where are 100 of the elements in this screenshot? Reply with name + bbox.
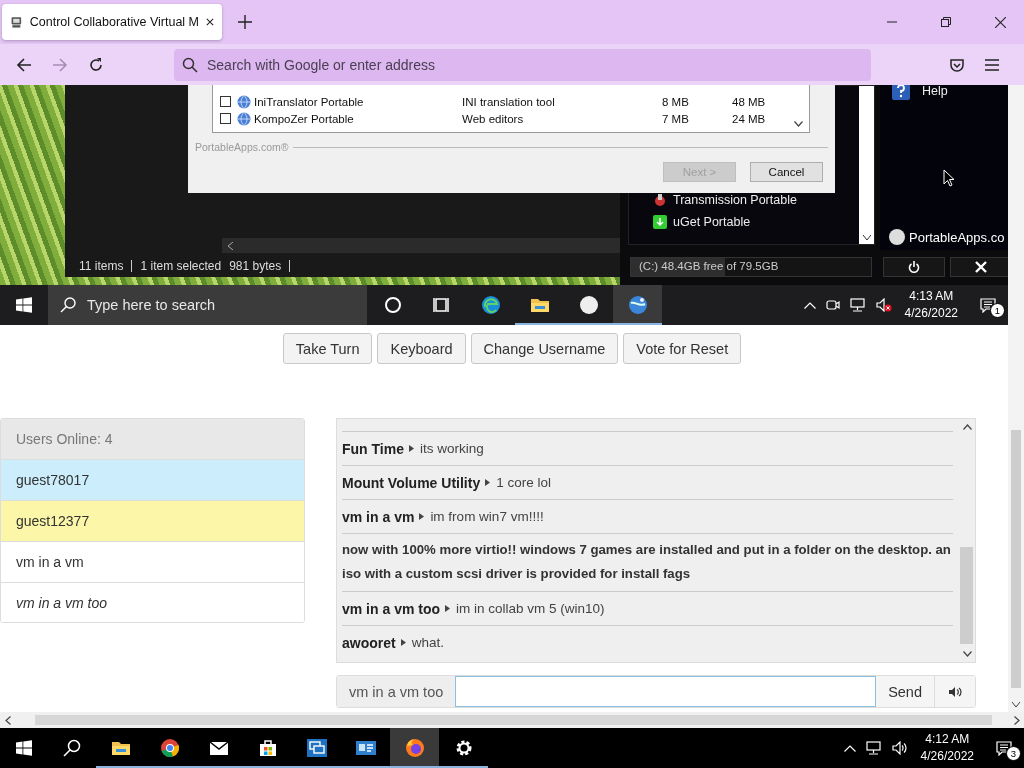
notification-count: 1	[990, 303, 1005, 318]
username: awooret	[342, 634, 396, 651]
caret-icon	[419, 513, 425, 520]
user-item[interactable]: guest12377	[1, 501, 304, 542]
control-button[interactable]: Vote for Reset	[623, 333, 742, 364]
search-icon[interactable]	[63, 739, 81, 757]
control-button[interactable]: Change Username	[470, 333, 619, 364]
globe-icon	[627, 295, 648, 315]
power-button[interactable]	[883, 257, 945, 277]
shopping-bag-icon	[257, 738, 278, 758]
username: vm in a vm too	[342, 600, 441, 617]
brand-logo: PortableApps.co	[888, 228, 1005, 246]
control-button[interactable]: Take Turn	[282, 333, 373, 364]
clock[interactable]: 4:13 AM 4/26/2022	[904, 288, 958, 322]
speaker-icon[interactable]	[891, 741, 908, 755]
restore-icon[interactable]	[941, 17, 951, 27]
caret-icon	[445, 605, 451, 612]
tab-title: Control Collaborative Virtual M	[29, 15, 200, 29]
notification-button[interactable]: 1	[968, 285, 1008, 325]
cancel-button[interactable]: Cancel	[750, 162, 823, 182]
chrome-icon	[159, 738, 180, 758]
power-icon	[908, 261, 920, 273]
sound-button[interactable]	[935, 676, 975, 707]
close-button[interactable]	[950, 257, 1008, 277]
menu-item[interactable]: uGet Portable	[653, 215, 751, 229]
computer-icon	[10, 14, 23, 30]
scrollbar[interactable]	[859, 86, 874, 244]
close-icon	[975, 261, 987, 273]
caret-icon	[485, 479, 491, 486]
chevron-up-icon[interactable]	[843, 744, 856, 752]
app-icon	[653, 193, 667, 207]
muted-speaker-icon[interactable]	[875, 298, 892, 312]
network-icon[interactable]	[865, 741, 882, 755]
plus-icon[interactable]	[238, 15, 252, 29]
browser-tab[interactable]: Control Collaborative Virtual M	[2, 4, 222, 40]
scrollbar[interactable]	[1008, 85, 1024, 712]
windows-logo-icon[interactable]	[16, 740, 32, 756]
message-text: im from win7 vm!!!!	[430, 509, 544, 524]
message-text: im in collab vm 5 (win10)	[456, 601, 605, 616]
user-item[interactable]: guest78017	[1, 460, 304, 501]
username-label: vm in a vm too	[337, 676, 456, 707]
network-icon[interactable]	[849, 298, 866, 312]
browser-icon	[480, 295, 501, 315]
scrollbar[interactable]	[0, 712, 1024, 728]
close-icon[interactable]	[206, 17, 214, 27]
scrollbar[interactable]	[222, 238, 620, 253]
caret-icon	[408, 445, 414, 452]
reload-icon[interactable]	[88, 56, 104, 73]
message-icon	[996, 740, 1012, 756]
checkbox[interactable]	[220, 113, 231, 124]
app-name: IniTranslator Portable	[254, 95, 365, 108]
menu-icon[interactable]	[985, 58, 999, 71]
message-icon	[980, 297, 996, 313]
username: Fun Time	[342, 440, 404, 457]
back-arrow-icon[interactable]	[16, 56, 32, 73]
fox-taskbar-button[interactable]	[390, 728, 439, 768]
control-button[interactable]: Keyboard	[377, 333, 466, 364]
monitor-icon	[306, 738, 327, 758]
app-description: INI translation tool	[462, 95, 556, 108]
search-icon	[60, 297, 76, 313]
caret-icon	[400, 639, 406, 646]
announcement-text: now with 100% more virtio!! windows 7 games are installed and put in a folder on the desktop. an iso with a custom scsi driver is provided for install fags	[342, 541, 952, 583]
clock[interactable]: 4:12 AM 4/26/2022	[920, 731, 974, 765]
app-description: Web editors	[462, 112, 525, 125]
close-icon[interactable]	[995, 16, 1006, 28]
status-text: 981 bytes	[229, 259, 282, 273]
windows-logo-icon[interactable]	[16, 297, 32, 313]
address-field[interactable]: Search with Google or enter address	[174, 48, 871, 81]
checkbox[interactable]	[220, 96, 231, 107]
globe-taskbar-button[interactable]	[613, 285, 662, 325]
status-text: 1 item selected	[140, 259, 222, 273]
message-text: what.	[411, 635, 444, 650]
globe-icon	[237, 94, 251, 109]
search-icon	[182, 56, 198, 73]
size-text: 48 MB	[732, 95, 766, 108]
taskbar-search-field[interactable]: Type here to search	[48, 285, 367, 325]
notification-count: 3	[1006, 746, 1021, 761]
size-text: 8 MB	[662, 95, 690, 108]
message-text: 1 core lol	[496, 475, 551, 490]
circle-icon	[382, 295, 403, 315]
camera-icon[interactable]	[825, 298, 840, 312]
mouse-pointer-icon	[943, 169, 955, 187]
help-icon	[892, 85, 910, 100]
globe-icon	[237, 111, 251, 126]
download-icon	[653, 215, 667, 229]
username: vm in a vm	[342, 508, 415, 525]
username: Mount Volume Utility	[342, 474, 481, 491]
help-link[interactable]: Help	[892, 85, 948, 100]
message-text: its working	[419, 441, 484, 456]
pocket-icon[interactable]	[949, 56, 965, 73]
chevron-up-icon[interactable]	[803, 301, 816, 309]
notification-button[interactable]: 3	[984, 728, 1024, 768]
logo-icon	[888, 228, 906, 246]
send-button[interactable]: Send	[876, 676, 935, 707]
size-text: 7 MB	[662, 112, 690, 125]
app-name: KompoZer Portable	[254, 112, 355, 125]
chat-input-field[interactable]	[455, 676, 877, 707]
id-card-icon	[355, 738, 376, 758]
speaker-icon	[948, 685, 962, 698]
menu-item[interactable]: Transmission Portable	[653, 193, 797, 207]
